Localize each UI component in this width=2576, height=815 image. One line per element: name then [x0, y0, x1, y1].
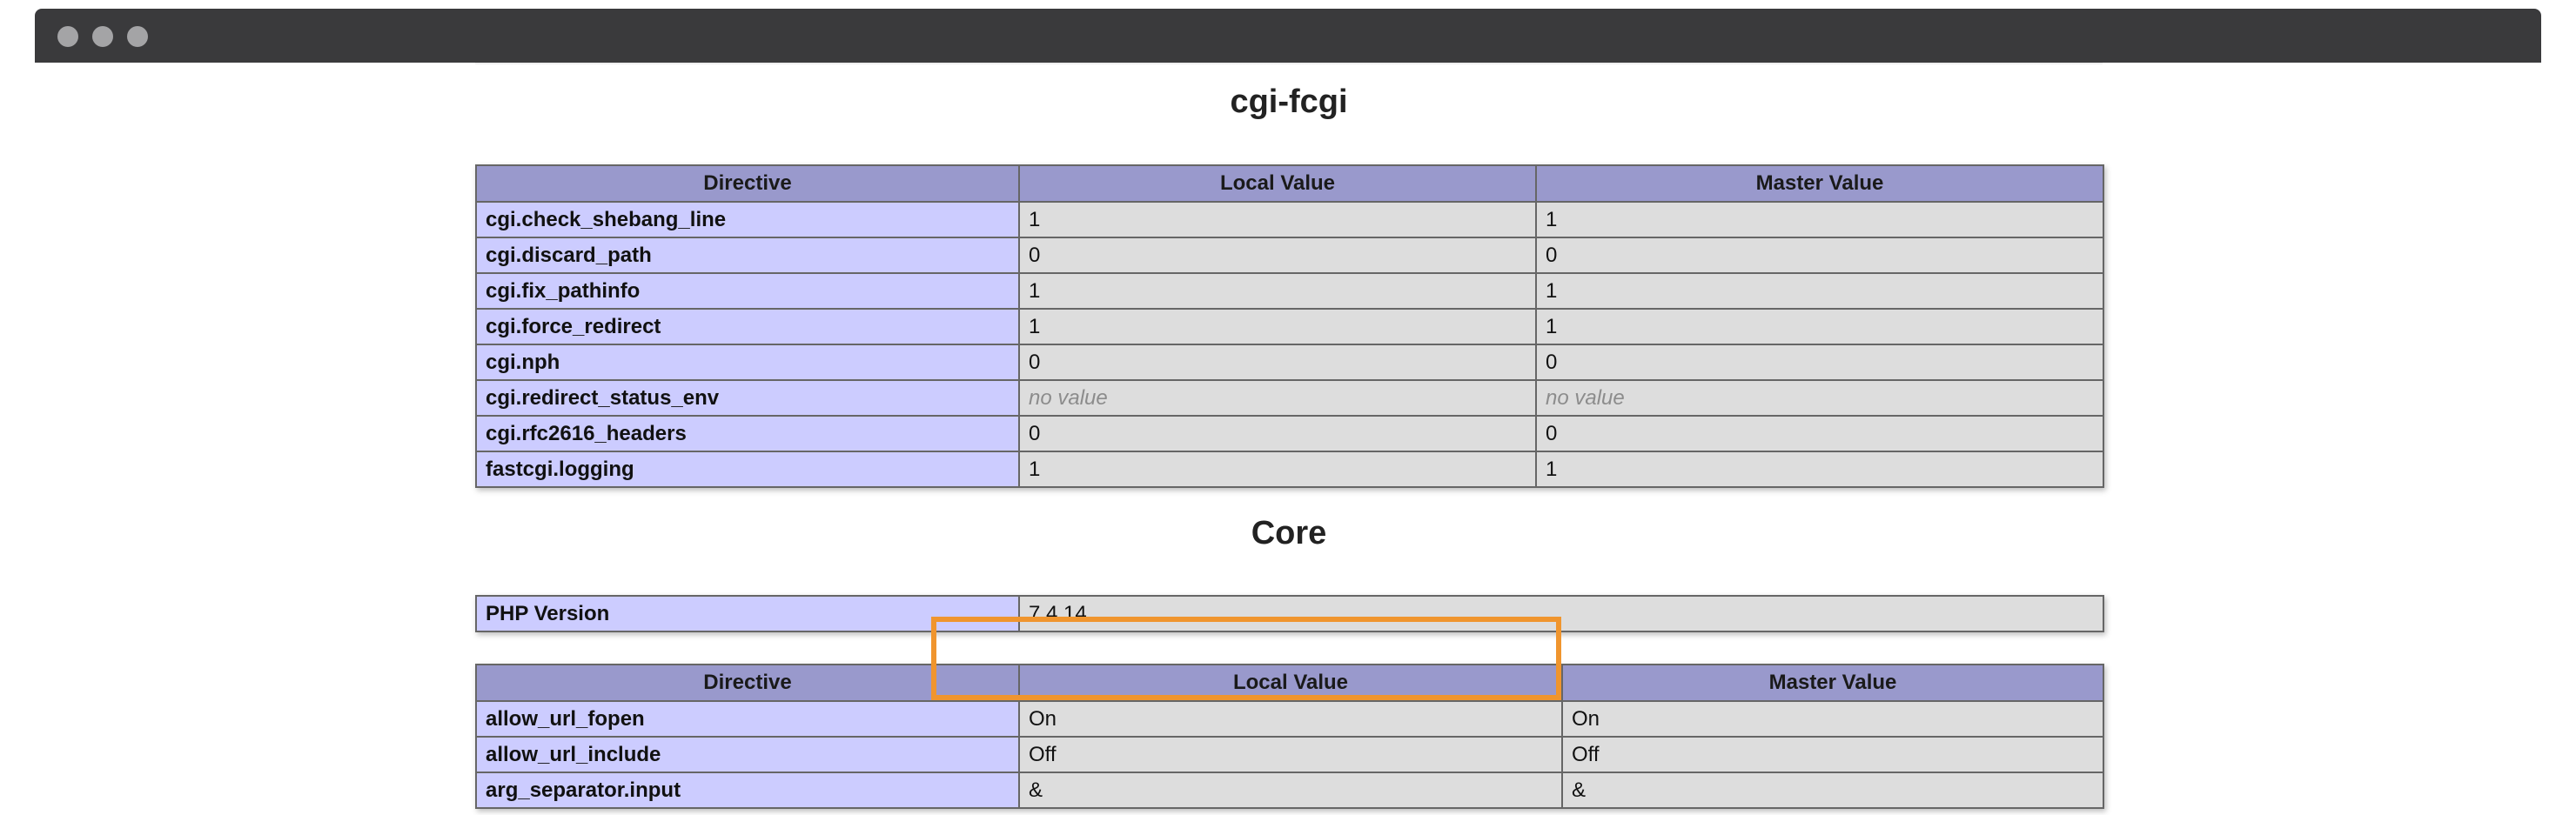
local-value: 1	[1018, 272, 1537, 310]
master-value: 0	[1535, 415, 2104, 452]
table-row: cgi.redirect_status_env no value no valu…	[475, 379, 2104, 417]
master-value: 1	[1535, 201, 2104, 238]
master-value: 1	[1535, 272, 2104, 310]
close-dot[interactable]	[57, 26, 78, 47]
master-value-empty: no value	[1535, 379, 2104, 417]
header-master-value: Master Value	[1535, 164, 2104, 203]
local-value: Off	[1018, 736, 1563, 773]
directive-name: cgi.force_redirect	[475, 308, 1020, 345]
php-version-value: 7.4.14	[1018, 595, 2104, 632]
cgi-fcgi-directives-table: Directive Local Value Master Value cgi.c…	[475, 164, 2104, 488]
table-row: cgi.nph 0 0	[475, 344, 2104, 381]
browser-window: cgi-fcgi Directive Local Value Master Va…	[35, 9, 2541, 815]
table-row: cgi.rfc2616_headers 0 0	[475, 415, 2104, 452]
directive-name: cgi.check_shebang_line	[475, 201, 1020, 238]
header-local-value: Local Value	[1018, 164, 1537, 203]
table-header-row: Directive Local Value Master Value	[475, 164, 2104, 203]
local-value: 0	[1018, 415, 1537, 452]
header-master-value: Master Value	[1561, 664, 2104, 702]
header-directive: Directive	[475, 664, 1020, 702]
header-local-value: Local Value	[1018, 664, 1563, 702]
section-title-cgi-fcgi: cgi-fcgi	[1230, 84, 1348, 120]
table-row: fastcgi.logging 1 1	[475, 451, 2104, 488]
master-value: On	[1561, 700, 2104, 738]
local-value: &	[1018, 772, 1563, 809]
php-version-table: PHP Version 7.4.14	[475, 595, 2104, 632]
local-value: 1	[1018, 308, 1537, 345]
directive-name: allow_url_include	[475, 736, 1020, 773]
maximize-dot[interactable]	[127, 26, 148, 47]
local-value: 0	[1018, 344, 1537, 381]
section-title-core: Core	[1251, 515, 1327, 551]
master-value: &	[1561, 772, 2104, 809]
window-titlebar	[35, 9, 2541, 63]
phpinfo-content: cgi-fcgi Directive Local Value Master Va…	[475, 63, 2104, 815]
table-row: allow_url_fopen On On	[475, 700, 2104, 738]
directive-name: arg_separator.input	[475, 772, 1020, 809]
master-value: 0	[1535, 344, 2104, 381]
master-value: 0	[1535, 237, 2104, 274]
local-value-empty: no value	[1018, 379, 1537, 417]
php-version-row: PHP Version 7.4.14	[475, 595, 2104, 632]
directive-name: cgi.discard_path	[475, 237, 1020, 274]
master-value: 1	[1535, 308, 2104, 345]
directive-name: cgi.nph	[475, 344, 1020, 381]
table-row: cgi.discard_path 0 0	[475, 237, 2104, 274]
local-value: 0	[1018, 237, 1537, 274]
table-header-row: Directive Local Value Master Value	[475, 664, 2104, 702]
core-directives-table: Directive Local Value Master Value allow…	[475, 664, 2104, 809]
directive-name: fastcgi.logging	[475, 451, 1020, 488]
content-top-edge	[475, 63, 2103, 65]
local-value: On	[1018, 700, 1563, 738]
directive-name: allow_url_fopen	[475, 700, 1020, 738]
directive-name: cgi.fix_pathinfo	[475, 272, 1020, 310]
directive-name: cgi.redirect_status_env	[475, 379, 1020, 417]
master-value: 1	[1535, 451, 2104, 488]
directive-name: cgi.rfc2616_headers	[475, 415, 1020, 452]
table-row: allow_url_include Off Off	[475, 736, 2104, 773]
php-version-label: PHP Version	[475, 595, 1020, 632]
minimize-dot[interactable]	[92, 26, 113, 47]
header-directive: Directive	[475, 164, 1020, 203]
no-value-text: no value	[1029, 385, 1108, 410]
table-row: cgi.fix_pathinfo 1 1	[475, 272, 2104, 310]
table-row: arg_separator.input & &	[475, 772, 2104, 809]
local-value: 1	[1018, 451, 1537, 488]
no-value-text: no value	[1546, 385, 1625, 410]
local-value: 1	[1018, 201, 1537, 238]
master-value: Off	[1561, 736, 2104, 773]
table-row: cgi.force_redirect 1 1	[475, 308, 2104, 345]
table-row: cgi.check_shebang_line 1 1	[475, 201, 2104, 238]
